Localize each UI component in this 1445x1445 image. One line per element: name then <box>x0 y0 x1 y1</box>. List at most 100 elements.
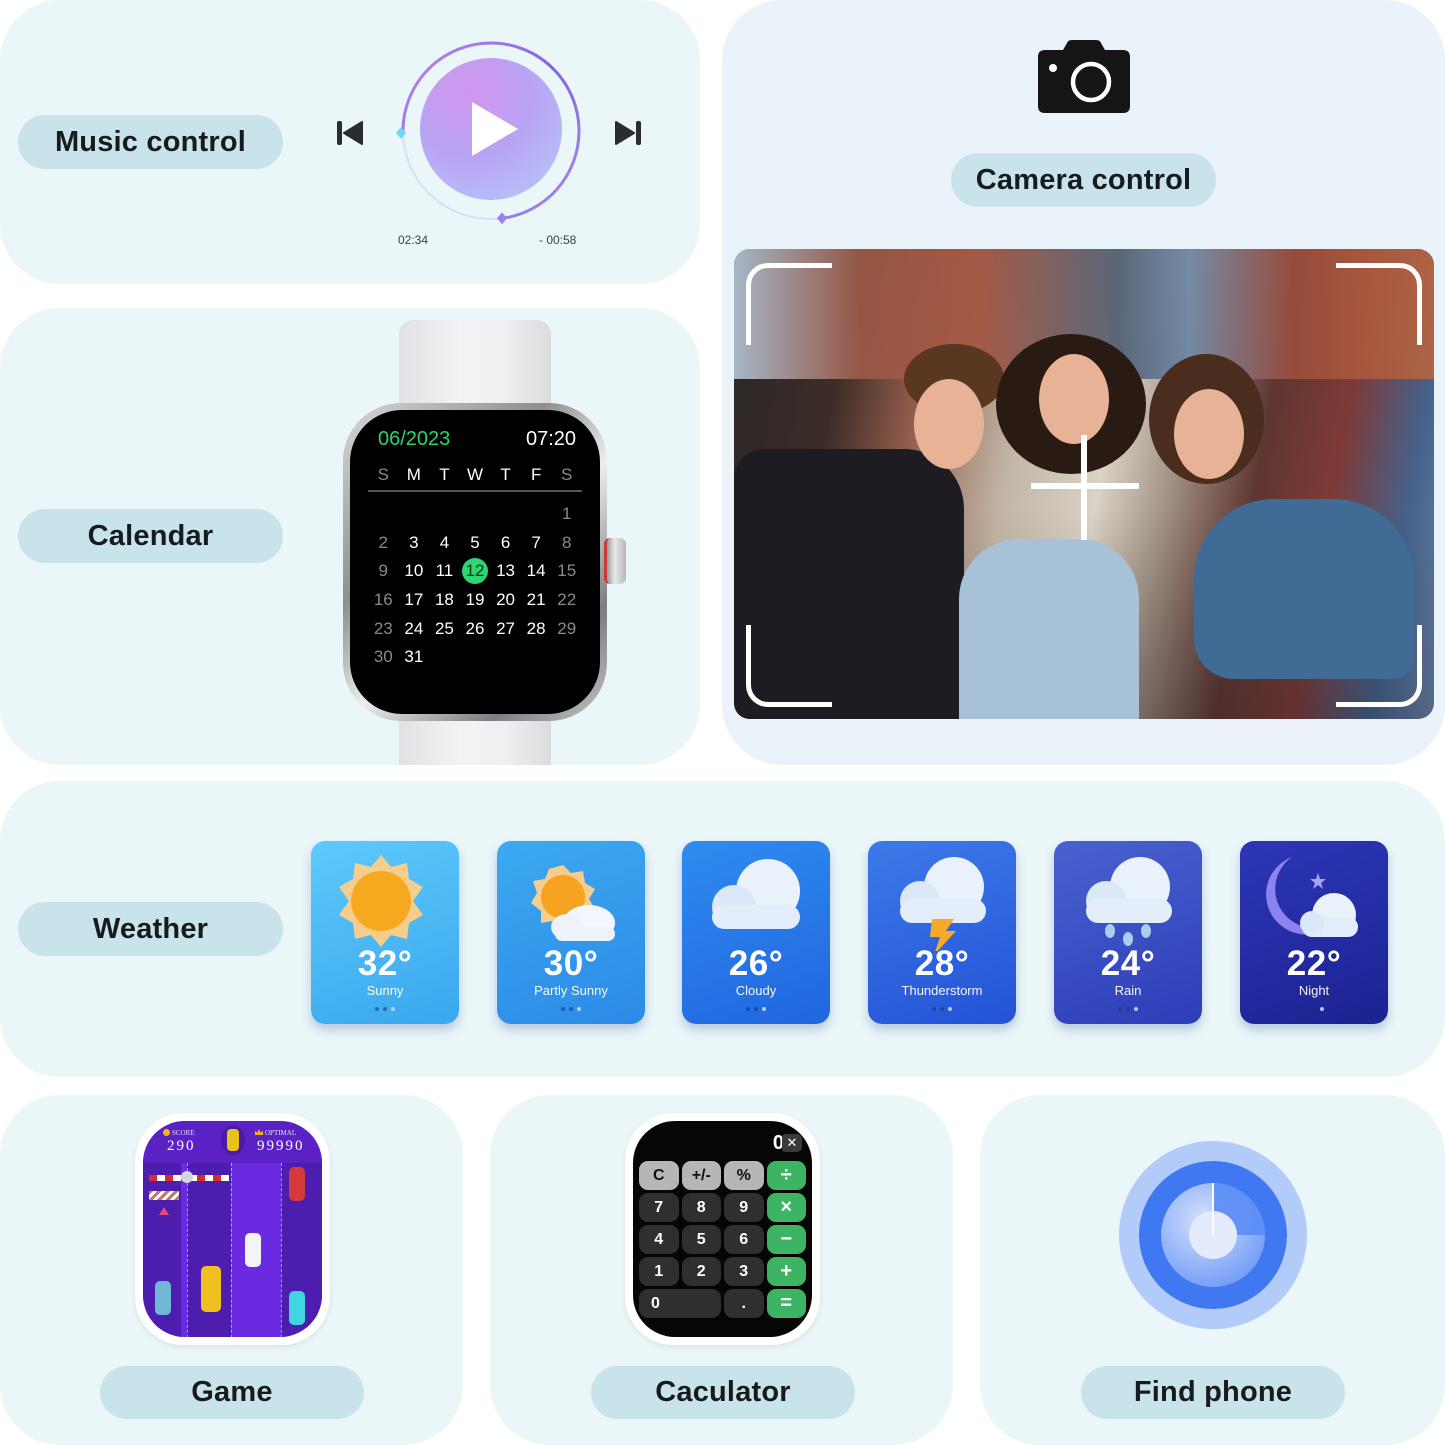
calendar-day[interactable]: 29 <box>551 619 582 639</box>
calendar-day[interactable]: 11 <box>429 561 460 581</box>
calendar-day[interactable]: 23 <box>368 619 399 639</box>
viewfinder-corner <box>1336 625 1422 707</box>
player-car[interactable] <box>201 1266 221 1312</box>
weather-card[interactable]: 32° Sunny <box>311 841 459 1024</box>
calendar-day[interactable]: 18 <box>429 590 460 610</box>
day-number: 8 <box>561 532 572 552</box>
calculator-key[interactable]: 7 <box>639 1193 679 1222</box>
calendar-day[interactable]: 19 <box>460 590 491 610</box>
play-button[interactable] <box>420 58 562 200</box>
calculator-key[interactable]: 0 <box>639 1289 721 1318</box>
calculator-key[interactable]: 1 <box>639 1257 679 1286</box>
page-dot <box>1134 1007 1138 1011</box>
weather-condition: Partly Sunny <box>534 983 608 998</box>
calculator-key[interactable]: 4 <box>639 1225 679 1254</box>
calendar-day[interactable]: 22 <box>551 590 582 610</box>
calculator-key[interactable]: 3 <box>724 1257 764 1286</box>
watch-crown[interactable] <box>604 538 626 584</box>
page-dot <box>391 1007 395 1011</box>
weather-card[interactable]: 28° Thunderstorm <box>868 841 1016 1024</box>
skip-next-icon[interactable] <box>613 118 643 148</box>
calendar-day[interactable]: 9 <box>368 561 399 581</box>
day-number: 30 <box>373 647 393 667</box>
day-number: 2 <box>378 532 389 552</box>
calendar-day[interactable]: 5 <box>460 533 491 553</box>
progress-knob[interactable] <box>497 212 508 225</box>
calendar-day[interactable]: 26 <box>460 619 491 639</box>
calculator-key[interactable]: 2 <box>681 1257 721 1286</box>
radar-icon[interactable] <box>1118 1140 1308 1330</box>
calculator-key[interactable]: = <box>766 1289 806 1318</box>
calendar-day-today[interactable]: 12 <box>460 558 491 585</box>
calculator-key[interactable]: 8 <box>681 1193 721 1222</box>
calendar-day[interactable]: 24 <box>399 619 430 639</box>
weather-card[interactable]: 30° Partly Sunny <box>497 841 645 1024</box>
enemy-car <box>289 1167 305 1201</box>
calendar-day[interactable]: 15 <box>551 561 582 581</box>
calendar-day[interactable]: 16 <box>368 590 399 610</box>
calculator-key[interactable]: + <box>766 1257 806 1286</box>
camera-icon[interactable] <box>1037 40 1131 114</box>
weather-card[interactable]: 22° Night <box>1240 841 1388 1024</box>
game-screen[interactable]: SCORE 290 OPTIMAL 99990 <box>143 1121 322 1337</box>
calculator-key[interactable]: 9 <box>724 1193 764 1222</box>
lane-divider <box>187 1163 188 1337</box>
page-dot <box>1126 1007 1130 1011</box>
enemy-car <box>155 1281 171 1315</box>
calculator-key[interactable]: 6 <box>724 1225 764 1254</box>
calendar-day[interactable]: 4 <box>429 533 460 553</box>
calculator-key[interactable]: C <box>639 1161 679 1190</box>
backspace-button[interactable]: ✕ <box>782 1134 802 1152</box>
calendar-label: Calendar <box>18 509 283 563</box>
skip-previous-icon[interactable] <box>335 118 365 148</box>
calendar-day[interactable]: 8 <box>551 533 582 553</box>
day-number: 25 <box>434 618 454 638</box>
page-indicator <box>1054 1007 1202 1011</box>
calculator-key[interactable]: ÷ <box>766 1161 806 1190</box>
photo-face <box>1039 354 1109 444</box>
calculator-key[interactable]: − <box>766 1225 806 1254</box>
page-dot <box>948 1007 952 1011</box>
game-app[interactable]: SCORE 290 OPTIMAL 99990 <box>135 1113 330 1345</box>
page-dot <box>1118 1007 1122 1011</box>
calculator-key[interactable]: % <box>724 1161 764 1190</box>
calendar-week: 23 24 25 26 27 28 29 <box>368 614 582 643</box>
calendar-day[interactable]: 25 <box>429 619 460 639</box>
calculator-key[interactable]: +/- <box>681 1161 721 1190</box>
calendar-day[interactable]: 20 <box>490 590 521 610</box>
page-dot <box>746 1007 750 1011</box>
calculator-key[interactable]: 5 <box>681 1225 721 1254</box>
calculator-key[interactable]: . <box>724 1289 764 1318</box>
calendar-day[interactable]: 3 <box>399 533 430 553</box>
calendar-day[interactable]: 6 <box>490 533 521 553</box>
day-number: 5 <box>470 532 480 552</box>
weather-card[interactable]: 24° Rain <box>1054 841 1202 1024</box>
weekday-label: F <box>530 465 542 484</box>
calendar-day[interactable]: 31 <box>399 647 430 667</box>
weather-temperature: 24° <box>1100 944 1156 983</box>
calculator-screen: 0 ✕ C +/-% ÷ 7 8 9 × 4 5 6− 1 2 3 +0. = <box>633 1121 812 1337</box>
weather-temperature: 32° <box>357 944 413 983</box>
game-label: Game <box>100 1366 364 1419</box>
calculator-app: 0 ✕ C +/-% ÷ 7 8 9 × 4 5 6− 1 2 3 +0. = <box>625 1113 820 1345</box>
calendar-day[interactable]: 21 <box>521 590 552 610</box>
day-number: 23 <box>373 618 393 638</box>
calendar-day[interactable]: 14 <box>521 561 552 581</box>
calendar-day[interactable]: 1 <box>551 504 582 524</box>
camera-viewfinder[interactable] <box>734 249 1434 719</box>
calculator-key[interactable]: × <box>766 1193 806 1222</box>
calendar-day[interactable]: 7 <box>521 533 552 553</box>
calendar-day[interactable]: 13 <box>490 561 521 581</box>
calendar-day[interactable]: 30 <box>368 647 399 667</box>
weather-card[interactable]: 26° Cloudy <box>682 841 830 1024</box>
page-indicator <box>311 1007 459 1011</box>
calendar-day[interactable]: 10 <box>399 561 430 581</box>
calendar-day[interactable]: 27 <box>490 619 521 639</box>
watch-band-bottom <box>399 716 551 765</box>
day-number: 9 <box>378 561 389 581</box>
calendar-day[interactable]: 28 <box>521 619 552 639</box>
calendar-day[interactable]: 2 <box>368 533 399 553</box>
calendar-day[interactable]: 17 <box>399 590 430 610</box>
day-number: 13 <box>496 561 516 581</box>
day-number: 12 <box>461 558 488 585</box>
